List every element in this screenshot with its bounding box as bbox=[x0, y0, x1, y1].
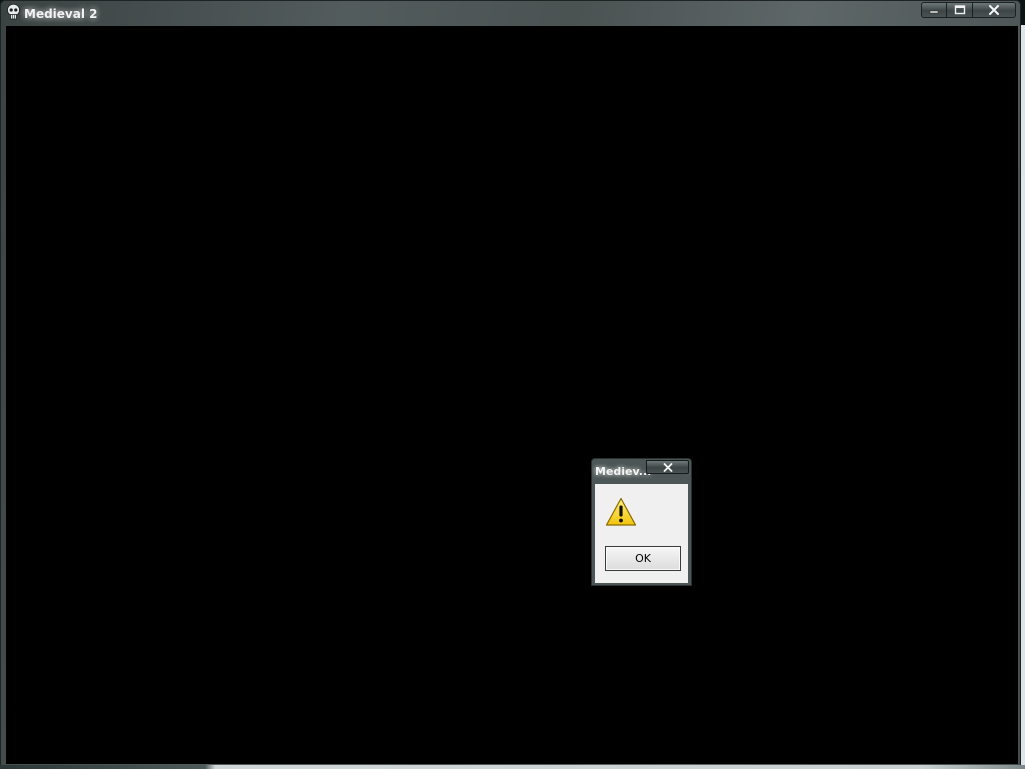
close-icon bbox=[989, 5, 999, 15]
ok-button[interactable]: OK bbox=[605, 546, 681, 571]
dialog-close-button[interactable] bbox=[646, 460, 689, 474]
title-bar[interactable]: Medieval 2 bbox=[1, 1, 1020, 25]
dialog-body: OK bbox=[595, 484, 688, 583]
caption-buttons bbox=[921, 2, 1016, 18]
error-dialog: Mediev... OK bbox=[591, 458, 692, 586]
maximize-icon bbox=[954, 5, 965, 15]
taskbar-edge bbox=[0, 765, 1025, 769]
close-button[interactable] bbox=[973, 2, 1016, 18]
app-window: Medieval 2 bbox=[0, 0, 1021, 767]
dialog-title: Mediev... bbox=[595, 465, 652, 478]
maximize-button[interactable] bbox=[947, 2, 973, 18]
window-title: Medieval 2 bbox=[24, 7, 98, 21]
skull-icon bbox=[7, 4, 20, 20]
background-window-edge bbox=[1021, 25, 1025, 765]
minimize-button[interactable] bbox=[921, 2, 947, 18]
warning-icon bbox=[605, 497, 637, 526]
game-client-area[interactable] bbox=[6, 26, 1018, 764]
minimize-icon bbox=[929, 10, 939, 14]
close-icon bbox=[663, 462, 672, 472]
